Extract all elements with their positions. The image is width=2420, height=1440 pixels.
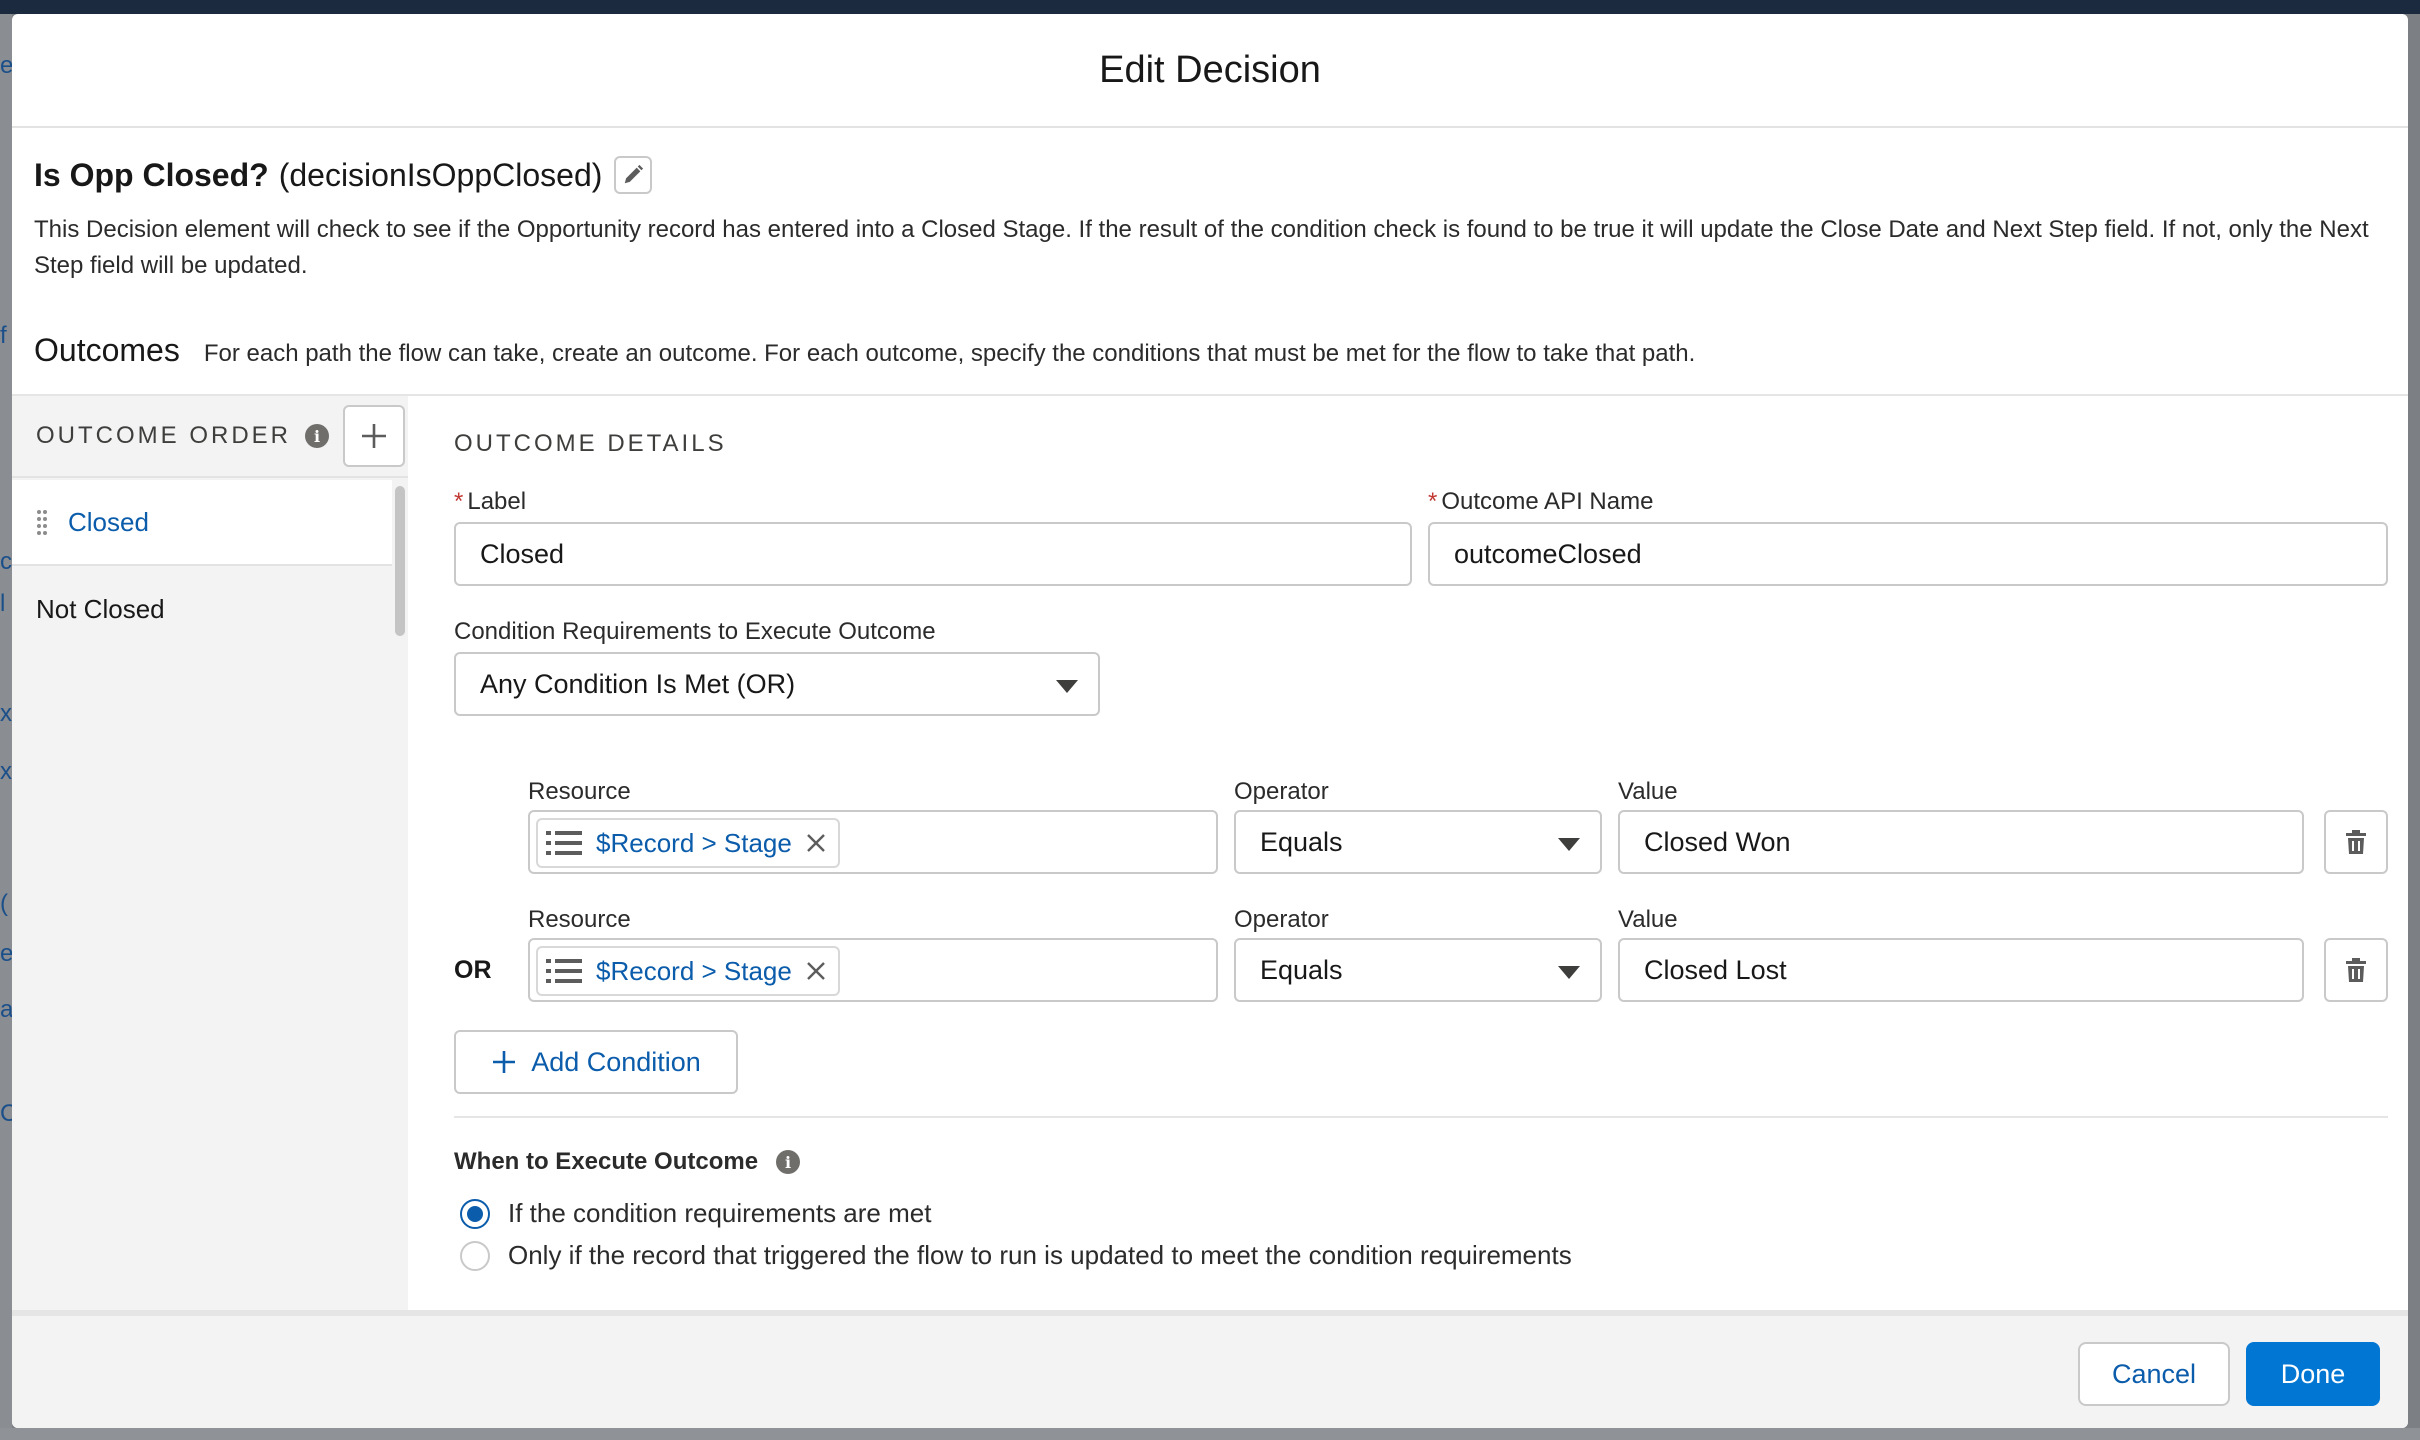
label-input[interactable]: Closed bbox=[454, 522, 1412, 586]
outcome-order-panel: OUTCOME ORDER i Closed Not Closed bbox=[12, 396, 408, 1328]
add-condition-label: Add Condition bbox=[531, 1046, 701, 1077]
condition-logic-label: OR bbox=[454, 956, 492, 984]
delete-condition-button[interactable] bbox=[2324, 938, 2388, 1002]
operator-label: Operator bbox=[1234, 906, 1329, 933]
resource-input[interactable]: $Record > Stage bbox=[528, 810, 1218, 874]
background-fragment: x bbox=[0, 758, 12, 785]
background-fragment: x bbox=[0, 700, 12, 727]
radio-option-updated-to-meet[interactable]: Only if the record that triggered the fl… bbox=[460, 1240, 1572, 1271]
caret-down-icon bbox=[1558, 838, 1580, 851]
cancel-button[interactable]: Cancel bbox=[2078, 1342, 2230, 1406]
resource-pill[interactable]: $Record > Stage bbox=[536, 818, 840, 868]
outcomes-heading: Outcomes For each path the flow can take… bbox=[34, 332, 1695, 369]
value-input[interactable]: Closed Won bbox=[1618, 810, 2304, 874]
drag-handle-icon[interactable] bbox=[36, 509, 48, 535]
delete-condition-button[interactable] bbox=[2324, 810, 2388, 874]
resource-pill[interactable]: $Record > Stage bbox=[536, 946, 840, 996]
outcome-list-scrollbar[interactable] bbox=[392, 480, 408, 652]
caret-down-icon bbox=[1558, 966, 1580, 979]
background-topbar bbox=[0, 0, 2420, 14]
outcome-order-header: OUTCOME ORDER i bbox=[12, 396, 408, 478]
outcomes-title: Outcomes bbox=[34, 332, 180, 368]
resource-pill-label: $Record > Stage bbox=[596, 827, 792, 858]
outcome-order-title: OUTCOME ORDER bbox=[36, 422, 291, 449]
outcome-item-closed[interactable]: Closed bbox=[12, 480, 392, 566]
outcomes-help-text: For each path the flow can take, create … bbox=[203, 340, 1696, 367]
outcome-item-not-closed[interactable]: Not Closed bbox=[12, 566, 392, 652]
operator-select[interactable]: Equals bbox=[1234, 810, 1602, 874]
value-label: Value bbox=[1618, 778, 1678, 805]
background-bottom bbox=[0, 1428, 2420, 1440]
outcome-details-title: OUTCOME DETAILS bbox=[454, 430, 727, 457]
close-icon[interactable] bbox=[806, 833, 826, 853]
add-condition-button[interactable]: Add Condition bbox=[454, 1030, 738, 1094]
value-label: Value bbox=[1618, 906, 1678, 933]
radio-option-requirements-met[interactable]: If the condition requirements are met bbox=[460, 1198, 931, 1229]
add-outcome-button[interactable] bbox=[343, 405, 405, 467]
condition-requirements-value: Any Condition Is Met (OR) bbox=[480, 668, 796, 699]
background-fragment: a bbox=[0, 996, 12, 1023]
trash-icon bbox=[2346, 830, 2366, 854]
pencil-icon bbox=[625, 164, 644, 184]
outcome-list: Closed Not Closed bbox=[12, 480, 392, 652]
close-icon[interactable] bbox=[806, 961, 826, 981]
background-fragment: e bbox=[0, 940, 12, 967]
operator-select[interactable]: Equals bbox=[1234, 938, 1602, 1002]
trash-icon bbox=[2346, 958, 2366, 982]
edit-element-button[interactable] bbox=[614, 156, 653, 194]
done-button[interactable]: Done bbox=[2246, 1342, 2380, 1406]
condition-requirements-label: Condition Requirements to Execute Outcom… bbox=[454, 618, 936, 645]
background-fragment: e bbox=[0, 52, 12, 79]
element-name-row: Is Opp Closed? (decisionIsOppClosed) bbox=[34, 156, 2384, 194]
required-marker: * bbox=[1428, 488, 1438, 515]
outcome-item-label: Not Closed bbox=[36, 593, 165, 624]
list-icon bbox=[546, 831, 582, 855]
background-fragment: c bbox=[0, 548, 12, 575]
resource-label: Resource bbox=[528, 906, 631, 933]
resource-label: Resource bbox=[528, 778, 631, 805]
plus-icon bbox=[493, 1051, 516, 1073]
when-to-execute-title: When to Execute Outcome i bbox=[454, 1148, 801, 1176]
modal-title: Edit Decision bbox=[1099, 48, 1321, 91]
radio-label: Only if the record that triggered the fl… bbox=[508, 1240, 1572, 1270]
api-label-text: Outcome API Name bbox=[1441, 488, 1654, 515]
background-fragment: l bbox=[0, 590, 6, 617]
outcome-item-label: Closed bbox=[68, 506, 149, 537]
value-input[interactable]: Closed Lost bbox=[1618, 938, 2304, 1002]
radio-button[interactable] bbox=[460, 1240, 490, 1271]
element-info: Is Opp Closed? (decisionIsOppClosed) Thi… bbox=[34, 156, 2384, 284]
element-label: Is Opp Closed? bbox=[34, 156, 269, 193]
label-text: Label bbox=[467, 488, 527, 515]
resource-input[interactable]: $Record > Stage bbox=[528, 938, 1218, 1002]
caret-down-icon bbox=[1056, 680, 1078, 693]
operator-value: Equals bbox=[1260, 826, 1343, 857]
radio-button[interactable] bbox=[460, 1198, 490, 1229]
condition-requirements-select[interactable]: Any Condition Is Met (OR) bbox=[454, 652, 1100, 716]
resource-pill-label: $Record > Stage bbox=[596, 955, 792, 986]
background-fragment: f bbox=[0, 322, 7, 349]
scrollbar-thumb[interactable] bbox=[395, 486, 405, 636]
operator-value: Equals bbox=[1260, 954, 1343, 985]
outcomes-editor: OUTCOME ORDER i Closed Not Closed OUTCOM… bbox=[12, 394, 2408, 1328]
background-fragment: ( bbox=[0, 890, 8, 917]
modal-footer: Cancel Done bbox=[12, 1310, 2408, 1428]
modal-header: Edit Decision bbox=[12, 14, 2408, 128]
background-fragment: C bbox=[0, 1100, 12, 1127]
element-description: This Decision element will check to see … bbox=[34, 216, 2369, 279]
element-api-name: (decisionIsOppClosed) bbox=[278, 156, 603, 193]
section-divider bbox=[454, 1116, 2388, 1118]
plus-icon bbox=[362, 424, 386, 448]
radio-label: If the condition requirements are met bbox=[508, 1198, 932, 1228]
when-to-execute-label: When to Execute Outcome bbox=[454, 1148, 759, 1175]
label-field-label: * Label bbox=[454, 488, 526, 516]
outcome-details-panel: OUTCOME DETAILS * Label Closed * Outcome A… bbox=[422, 396, 2388, 1328]
info-icon[interactable]: i bbox=[305, 424, 329, 448]
required-marker: * bbox=[454, 488, 464, 515]
info-icon[interactable]: i bbox=[776, 1150, 801, 1174]
api-name-field-label: * Outcome API Name bbox=[1428, 488, 1653, 516]
operator-label: Operator bbox=[1234, 778, 1329, 805]
outcome-api-name-input[interactable]: outcomeClosed bbox=[1428, 522, 2388, 586]
edit-decision-modal: Edit Decision Is Opp Closed? (decisionIs… bbox=[12, 14, 2408, 1428]
list-icon bbox=[546, 959, 582, 983]
